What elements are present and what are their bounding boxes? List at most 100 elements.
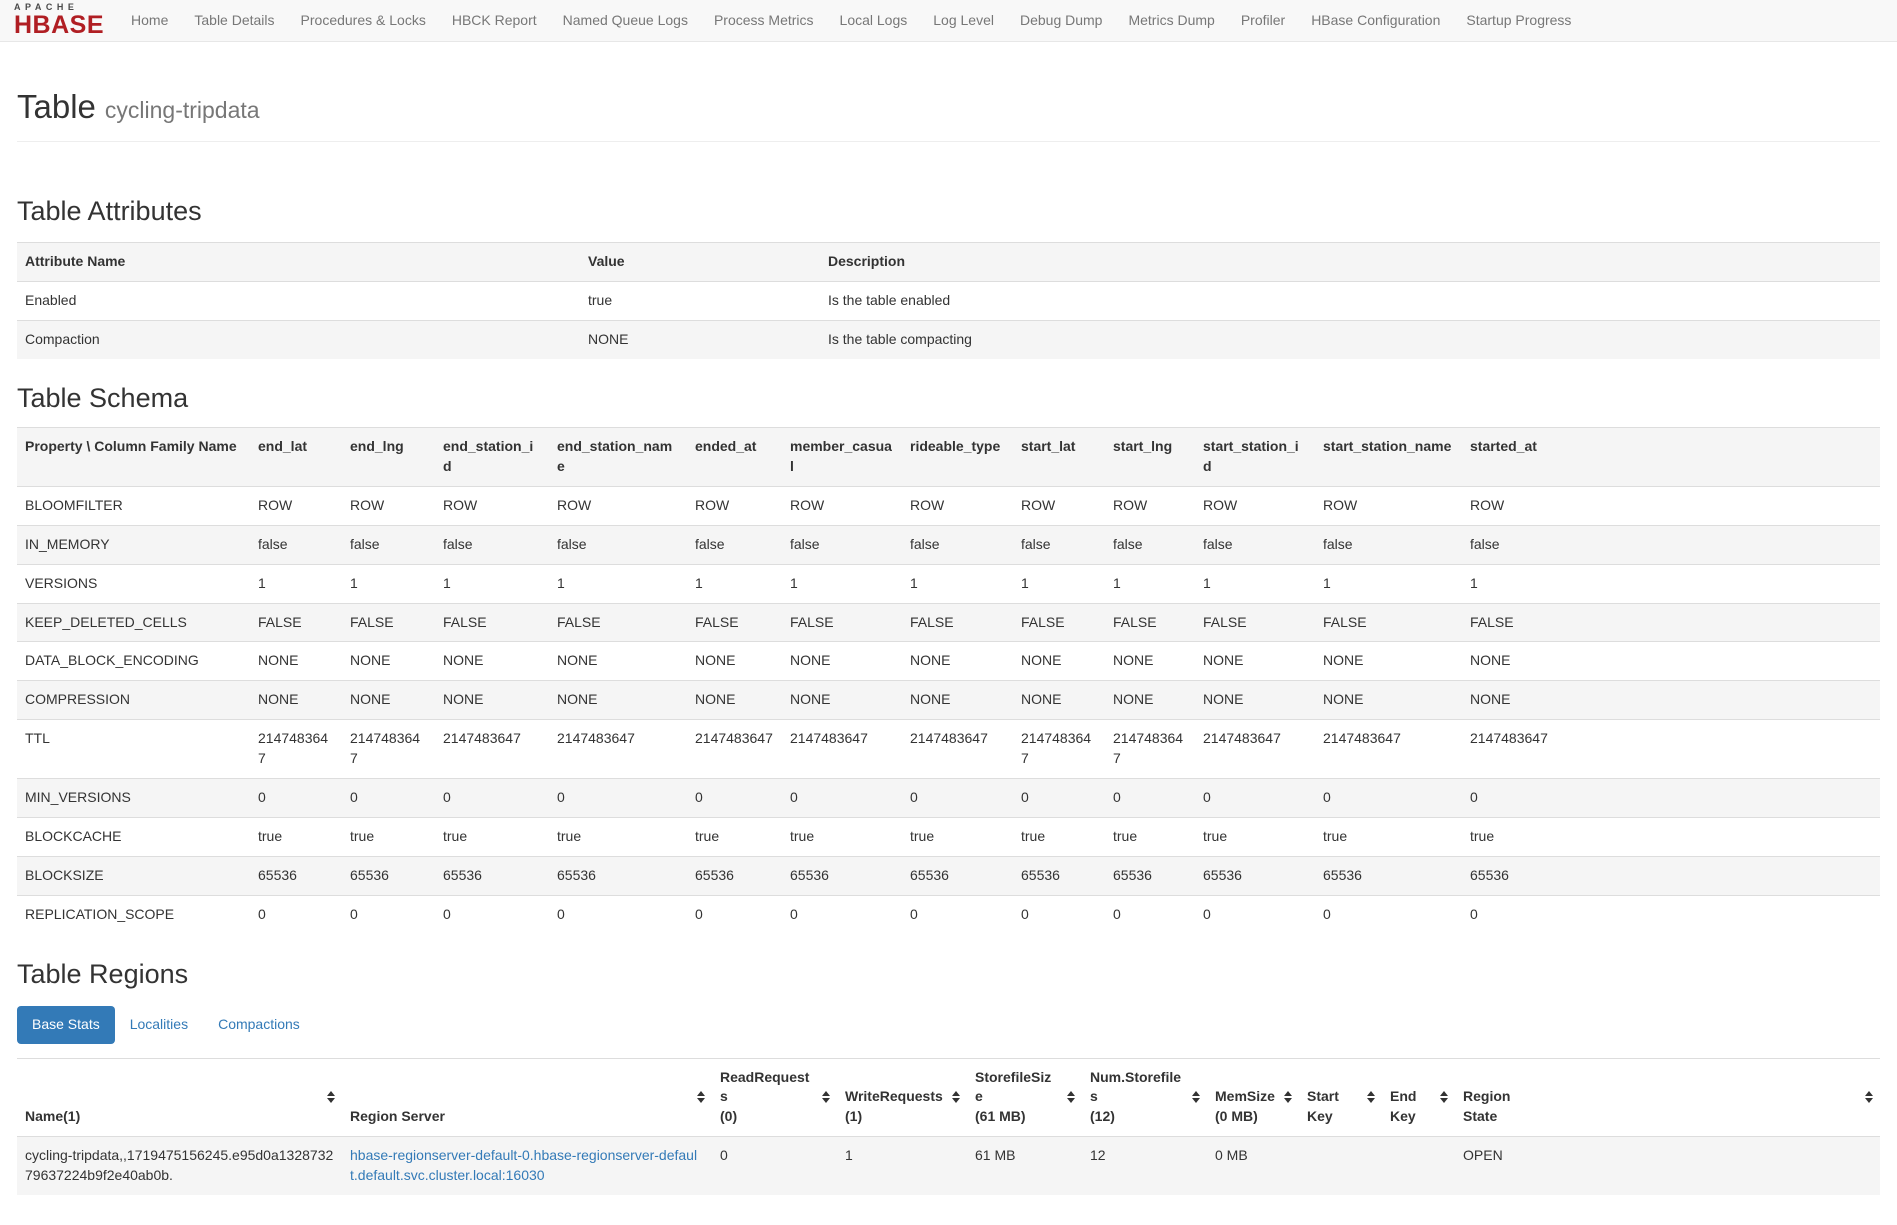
- schema-value-cell: NONE: [687, 642, 782, 681]
- page-title: Table cycling-tripdata: [17, 84, 1880, 131]
- schema-value-cell: 0: [342, 778, 435, 817]
- schema-value-cell: 2147483647: [782, 720, 902, 779]
- nav-item-startup-progress[interactable]: Startup Progress: [1453, 0, 1584, 41]
- attributes-header-row: Attribute NameValueDescription: [17, 243, 1880, 282]
- start-key-cell: [1299, 1137, 1382, 1195]
- schema-value-cell: 0: [435, 895, 549, 933]
- sort-icon: [1067, 1091, 1075, 1103]
- sort-up-arrow: [327, 1091, 335, 1096]
- table-row: MIN_VERSIONS000000000000: [17, 778, 1880, 817]
- attribute-cell: Is the table enabled: [820, 282, 1880, 321]
- schema-property-cell: REPLICATION_SCOPE: [17, 895, 250, 933]
- attribute-cell: Is the table compacting: [820, 320, 1880, 358]
- nav-item-table-details[interactable]: Table Details: [181, 0, 287, 41]
- schema-value-cell: NONE: [1462, 642, 1880, 681]
- schema-value-cell: ROW: [1195, 486, 1315, 525]
- regions-column-label: Name(1): [25, 1108, 80, 1124]
- region-server-link[interactable]: hbase-regionserver-default-0.hbase-regio…: [350, 1147, 697, 1183]
- schema-value-cell: 1: [1462, 564, 1880, 603]
- schema-value-cell: 1: [782, 564, 902, 603]
- regions-column-header-start-key[interactable]: Start Key: [1299, 1058, 1382, 1137]
- nav-item-hbck-report[interactable]: HBCK Report: [439, 0, 550, 41]
- nav-item-metrics-dump[interactable]: Metrics Dump: [1115, 0, 1227, 41]
- nav-item-home[interactable]: Home: [118, 0, 181, 41]
- sort-icon: [1440, 1091, 1448, 1103]
- table-row: TTL2147483647214748364721474836472147483…: [17, 720, 1880, 779]
- sort-icon: [1192, 1091, 1200, 1103]
- schema-column-header-end-station-id: end_station_id: [435, 428, 549, 487]
- nav-item-procedures-locks[interactable]: Procedures & Locks: [288, 0, 439, 41]
- nav-item-log-level[interactable]: Log Level: [920, 0, 1007, 41]
- schema-value-cell: false: [549, 525, 687, 564]
- schema-property-cell: KEEP_DELETED_CELLS: [17, 603, 250, 642]
- tab-localities[interactable]: Localities: [115, 1006, 203, 1044]
- schema-value-cell: NONE: [687, 681, 782, 720]
- schema-value-cell: true: [687, 817, 782, 856]
- attribute-cell: Enabled: [17, 282, 580, 321]
- schema-value-cell: ROW: [1013, 486, 1105, 525]
- schema-value-cell: NONE: [435, 642, 549, 681]
- schema-value-cell: false: [250, 525, 342, 564]
- schema-value-cell: ROW: [687, 486, 782, 525]
- nav-item-local-logs[interactable]: Local Logs: [827, 0, 921, 41]
- schema-value-cell: 2147483647: [1013, 720, 1105, 779]
- schema-value-cell: 65536: [1462, 856, 1880, 895]
- nav-item-hbase-configuration[interactable]: HBase Configuration: [1298, 0, 1453, 41]
- schema-value-cell: FALSE: [1462, 603, 1880, 642]
- regions-column-header-writerequests-1[interactable]: WriteRequests (1): [837, 1058, 967, 1137]
- regions-column-header-memsize-0-mb[interactable]: MemSize (0 MB): [1207, 1058, 1299, 1137]
- schema-value-cell: false: [1013, 525, 1105, 564]
- region-server-cell: hbase-regionserver-default-0.hbase-regio…: [342, 1137, 712, 1195]
- table-row: IN_MEMORYfalsefalsefalsefalsefalsefalsef…: [17, 525, 1880, 564]
- schema-value-cell: 2147483647: [1105, 720, 1195, 779]
- sort-down-arrow: [952, 1098, 960, 1103]
- tab-base-stats[interactable]: Base Stats: [17, 1006, 115, 1044]
- schema-value-cell: true: [250, 817, 342, 856]
- schema-value-cell: 1: [1105, 564, 1195, 603]
- schema-value-cell: ROW: [1462, 486, 1880, 525]
- nav-item-named-queue-logs[interactable]: Named Queue Logs: [550, 0, 701, 41]
- schema-value-cell: 0: [1013, 778, 1105, 817]
- schema-value-cell: 1: [1013, 564, 1105, 603]
- schema-value-cell: false: [1105, 525, 1195, 564]
- schema-value-cell: NONE: [1105, 642, 1195, 681]
- schema-column-header-start-station-id: start_station_id: [1195, 428, 1315, 487]
- schema-column-header-end-lat: end_lat: [250, 428, 342, 487]
- schema-header-row: Property \ Column Family Nameend_lat end_…: [17, 428, 1880, 487]
- schema-value-cell: 0: [250, 778, 342, 817]
- schema-value-cell: 0: [902, 778, 1013, 817]
- hbase-logo[interactable]: APACHE HBASE: [6, 1, 118, 40]
- page-title-text: Table: [17, 88, 96, 125]
- sort-down-arrow: [1284, 1098, 1292, 1103]
- schema-property-cell: MIN_VERSIONS: [17, 778, 250, 817]
- schema-value-cell: NONE: [1013, 642, 1105, 681]
- regions-column-header-region-server[interactable]: Region Server: [342, 1058, 712, 1137]
- regions-column-header-storefilesize-61-mb[interactable]: StorefileSize (61 MB): [967, 1058, 1082, 1137]
- regions-column-header-num-storefiles-12[interactable]: Num.Storefiles (12): [1082, 1058, 1207, 1137]
- sort-up-arrow: [697, 1091, 705, 1096]
- nav-item-process-metrics[interactable]: Process Metrics: [701, 0, 827, 41]
- regions-column-header-readrequests-0[interactable]: ReadRequests (0): [712, 1058, 837, 1137]
- sort-up-arrow: [1192, 1091, 1200, 1096]
- schema-value-cell: NONE: [549, 642, 687, 681]
- schema-value-cell: NONE: [1105, 681, 1195, 720]
- schema-value-cell: 2147483647: [687, 720, 782, 779]
- regions-column-header-name-1[interactable]: Name(1): [17, 1058, 342, 1137]
- attributes-column-header-description: Description: [820, 243, 1880, 282]
- nav-item-debug-dump[interactable]: Debug Dump: [1007, 0, 1116, 41]
- table-name: cycling-tripdata: [105, 97, 260, 123]
- schema-value-cell: 0: [782, 895, 902, 933]
- schema-value-cell: 1: [250, 564, 342, 603]
- regions-column-header-end-key[interactable]: End Key: [1382, 1058, 1455, 1137]
- schema-value-cell: NONE: [902, 681, 1013, 720]
- nav-item-profiler[interactable]: Profiler: [1228, 0, 1298, 41]
- schema-value-cell: false: [1195, 525, 1315, 564]
- tab-compactions[interactable]: Compactions: [203, 1006, 315, 1044]
- regions-column-header-region-state[interactable]: Region State: [1455, 1058, 1880, 1137]
- hbase-logo-text: HBASE: [14, 13, 104, 38]
- schema-value-cell: NONE: [1315, 642, 1462, 681]
- schema-corner-header: Property \ Column Family Name: [17, 428, 250, 487]
- sort-icon: [327, 1091, 335, 1103]
- schema-value-cell: 65536: [435, 856, 549, 895]
- schema-property-cell: COMPRESSION: [17, 681, 250, 720]
